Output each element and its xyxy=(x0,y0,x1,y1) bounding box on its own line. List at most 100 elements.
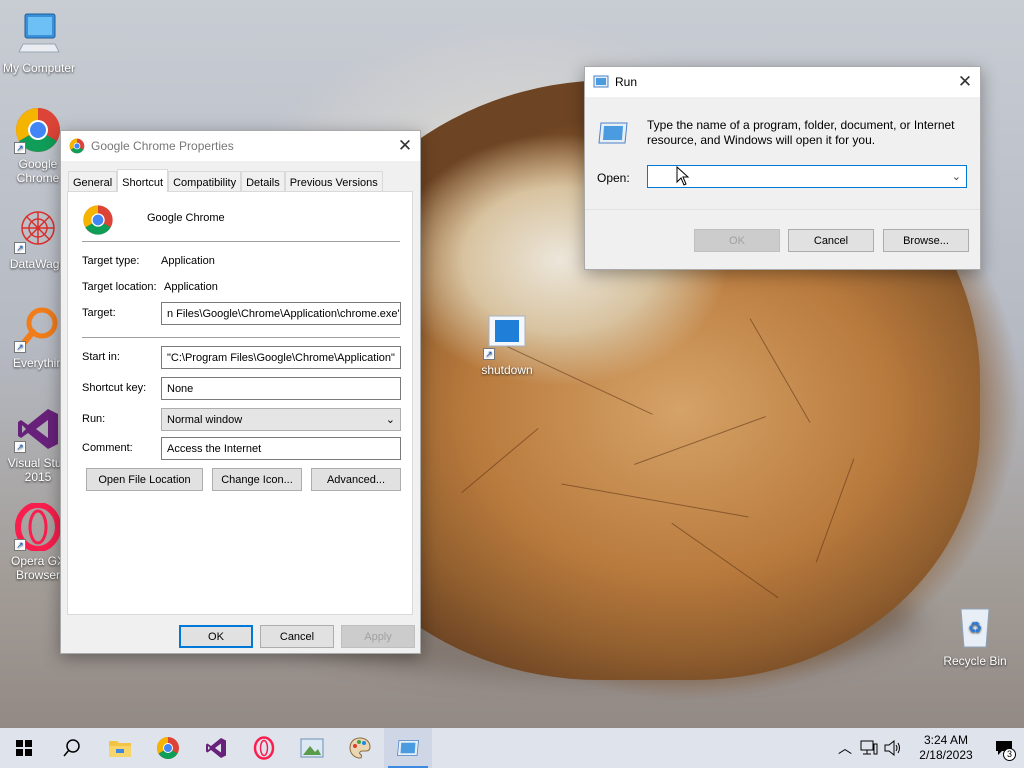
start-in-field[interactable]: "C:\Program Files\Google\Chrome\Applicat… xyxy=(161,346,401,369)
shortcut-key-field[interactable]: None xyxy=(161,377,401,400)
close-icon: ✕ xyxy=(957,72,973,91)
tab-previous-versions[interactable]: Previous Versions xyxy=(284,171,383,192)
window-title: Google Chrome Properties xyxy=(91,139,234,153)
folder-icon xyxy=(109,741,131,757)
chevron-up-icon[interactable]: ︿ xyxy=(834,738,856,758)
open-label: Open: xyxy=(597,171,630,185)
volume-icon[interactable] xyxy=(884,740,902,756)
tab-details[interactable]: Details xyxy=(241,171,285,192)
computer-icon xyxy=(15,10,63,58)
cancel-button[interactable]: Cancel xyxy=(788,229,874,252)
taskbar-run[interactable] xyxy=(384,728,432,768)
shortcut-arrow-icon: ↗ xyxy=(483,348,495,360)
close-button[interactable]: ✕ xyxy=(390,131,420,161)
notification-count-badge: 3 xyxy=(1003,748,1016,761)
ok-button[interactable]: OK xyxy=(179,625,253,648)
chrome-icon xyxy=(83,205,113,235)
taskbar: ︿ 3:24 AM 2/18/2023 3 xyxy=(0,728,1024,768)
shortcut-arrow-icon: ↗ xyxy=(14,142,26,154)
datawago-icon: ↗ xyxy=(14,206,62,254)
tab-shortcut[interactable]: Shortcut xyxy=(117,169,169,192)
chevron-down-icon[interactable]: ⌄ xyxy=(952,170,961,183)
svg-text:♻: ♻ xyxy=(968,618,982,637)
shortcut-key-label: Shortcut key: xyxy=(82,382,147,394)
target-field[interactable]: n Files\Google\Chrome\Application\chrome… xyxy=(161,302,401,325)
visual-studio-icon: ↗ xyxy=(14,405,62,453)
shutdown-shortcut-icon: ↗ xyxy=(483,312,531,360)
run-description: Type the name of a program, folder, docu… xyxy=(647,118,955,147)
clock-time: 3:24 AM xyxy=(923,733,969,747)
visual-studio-icon xyxy=(206,738,226,758)
paint-icon xyxy=(349,737,371,759)
run-label: Run: xyxy=(82,413,106,425)
search-icon xyxy=(63,739,80,757)
start-in-label: Start in: xyxy=(82,351,120,363)
taskbar-photos[interactable] xyxy=(288,728,336,768)
window-title: Run xyxy=(615,75,638,89)
ok-button[interactable]: OK xyxy=(694,229,780,252)
search-button[interactable] xyxy=(48,728,96,768)
open-input[interactable]: ⌄ xyxy=(647,165,967,188)
chrome-icon xyxy=(157,737,179,759)
app-name: Google Chrome xyxy=(147,212,225,224)
close-icon: ✕ xyxy=(397,136,413,155)
cancel-button[interactable]: Cancel xyxy=(260,625,334,648)
tab-strip: General Shortcut Compatibility Details P… xyxy=(68,169,383,192)
taskbar-chrome[interactable] xyxy=(144,728,192,768)
run-select-value: Normal window xyxy=(167,413,243,426)
taskbar-paint[interactable] xyxy=(336,728,384,768)
target-location-value: Application xyxy=(164,281,218,293)
desktop-icon-my-computer[interactable]: My Computer xyxy=(1,10,77,75)
system-tray: ︿ 3:24 AM 2/18/2023 3 xyxy=(834,728,1024,768)
comment-label: Comment: xyxy=(82,442,133,454)
shortcut-arrow-icon: ↗ xyxy=(14,441,26,453)
change-icon-button[interactable]: Change Icon... xyxy=(212,468,302,491)
chevron-down-icon: ⌄ xyxy=(385,414,395,426)
shortcut-tab-panel: Google Chrome Target type: Application T… xyxy=(67,191,413,615)
opera-gx-icon: ↗ xyxy=(14,502,62,552)
taskbar-file-explorer[interactable] xyxy=(96,728,144,768)
run-titlebar[interactable]: Run ✕ xyxy=(585,67,980,97)
network-icon[interactable] xyxy=(860,740,878,756)
taskbar-visual-studio[interactable] xyxy=(192,728,240,768)
advanced-button[interactable]: Advanced... xyxy=(311,468,401,491)
comment-field[interactable]: Access the Internet xyxy=(161,437,401,460)
taskbar-opera-gx[interactable] xyxy=(240,728,288,768)
target-location-label: Target location: xyxy=(82,281,157,293)
run-icon xyxy=(593,75,609,88)
run-large-icon xyxy=(598,122,628,144)
photo-viewer-icon xyxy=(300,738,324,758)
properties-titlebar[interactable]: Google Chrome Properties ✕ xyxy=(61,131,420,161)
recycle-bin-icon: ♻ xyxy=(951,603,999,651)
divider xyxy=(82,241,400,242)
tab-general[interactable]: General xyxy=(68,171,118,192)
windows-logo-icon xyxy=(16,740,32,756)
desktop-icon-shutdown[interactable]: ↗ shutdown xyxy=(469,312,545,377)
clock[interactable]: 3:24 AM 2/18/2023 xyxy=(908,733,984,763)
everything-search-icon: ↗ xyxy=(14,305,62,353)
desktop-icon-recycle-bin[interactable]: ♻ Recycle Bin xyxy=(937,603,1013,668)
run-icon xyxy=(397,740,419,756)
mouse-cursor-icon xyxy=(676,166,690,186)
open-file-location-button[interactable]: Open File Location xyxy=(86,468,203,491)
clock-date: 2/18/2023 xyxy=(919,748,973,762)
start-button[interactable] xyxy=(0,728,48,768)
divider xyxy=(82,337,400,338)
opera-gx-icon xyxy=(253,736,275,760)
target-type-value: Application xyxy=(161,255,215,267)
browse-button[interactable]: Browse... xyxy=(883,229,969,252)
shortcut-arrow-icon: ↗ xyxy=(14,539,26,551)
action-center-button[interactable]: 3 xyxy=(984,728,1024,768)
apply-button[interactable]: Apply xyxy=(341,625,415,648)
target-type-label: Target type: xyxy=(82,255,140,267)
shortcut-arrow-icon: ↗ xyxy=(14,242,26,254)
close-button[interactable]: ✕ xyxy=(950,67,980,97)
shortcut-arrow-icon: ↗ xyxy=(14,341,26,353)
run-dialog: Run ✕ Type the name of a program, folder… xyxy=(584,66,981,270)
tab-compatibility[interactable]: Compatibility xyxy=(168,171,242,192)
run-button-bar: OK Cancel Browse... xyxy=(585,209,980,269)
chrome-icon: ↗ xyxy=(14,106,62,154)
run-select[interactable]: Normal window ⌄ xyxy=(161,408,401,431)
chrome-properties-window: Google Chrome Properties ✕ General Short… xyxy=(60,130,421,654)
target-label: Target: xyxy=(82,307,116,319)
